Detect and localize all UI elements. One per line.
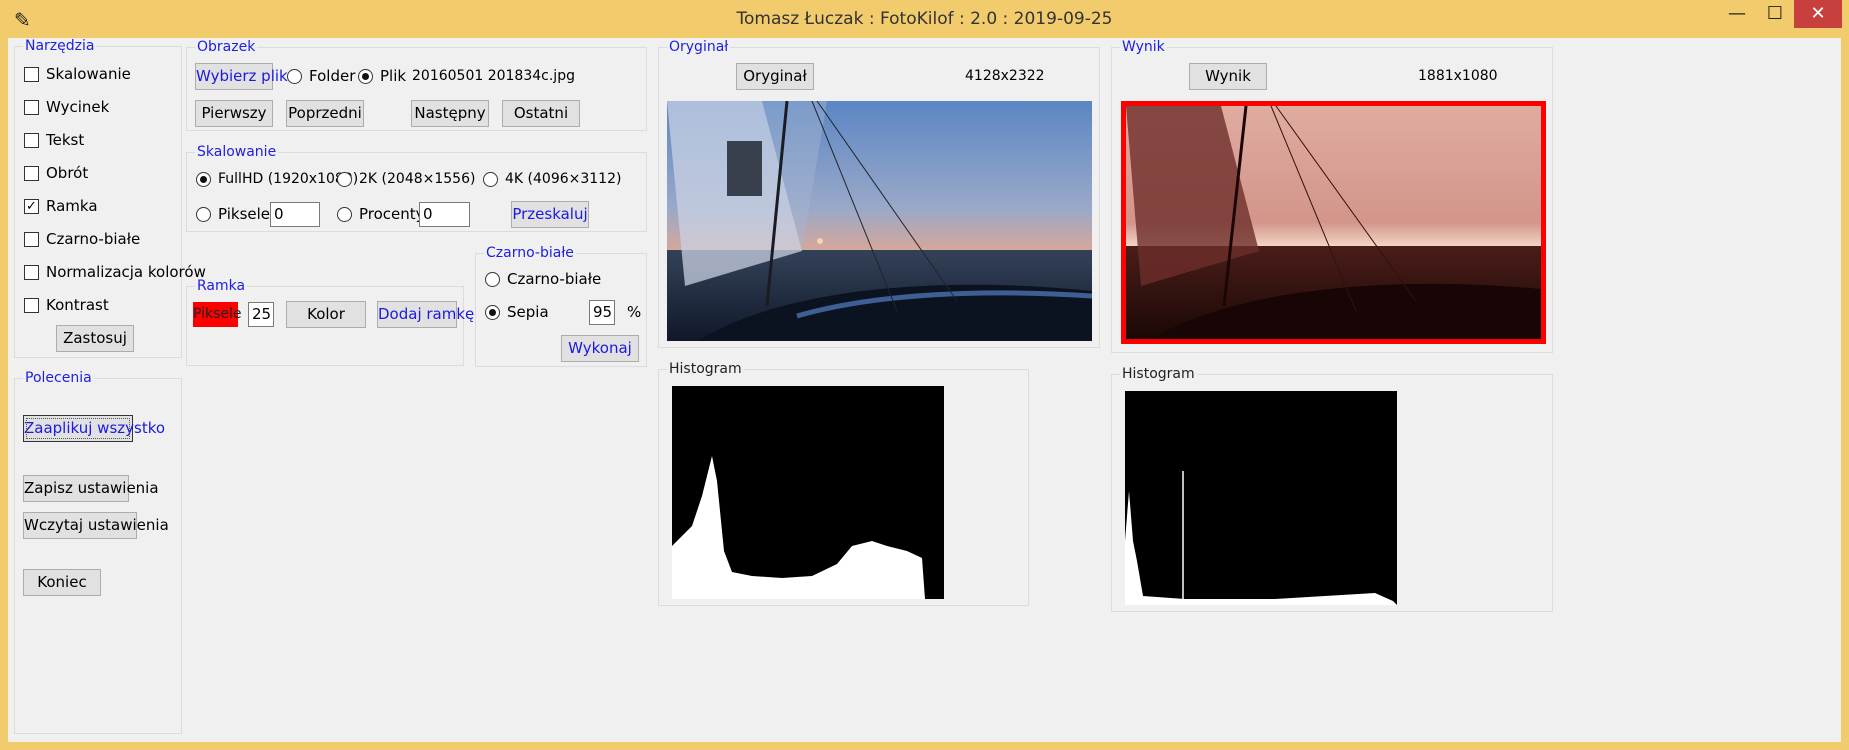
close-button[interactable]: ✕ bbox=[1794, 0, 1842, 28]
checkbox-box bbox=[24, 265, 39, 280]
scaling-panel-title: Skalowanie bbox=[195, 144, 279, 160]
bw-panel: Czarno-białe Czarno-białe Sepia 95 % Wyk… bbox=[475, 245, 647, 367]
frame-color-swatch: Piksele bbox=[193, 302, 242, 327]
pixels-input[interactable]: 0 bbox=[270, 202, 320, 227]
save-settings-button[interactable]: Zapisz ustawienia bbox=[23, 475, 159, 502]
result-panel: Wynik Wynik 1881x1080 bbox=[1111, 39, 1553, 353]
frame-width-input[interactable]: 25 bbox=[248, 302, 274, 327]
commands-panel-title: Polecenia bbox=[23, 370, 94, 386]
quit-button[interactable]: Koniec bbox=[23, 569, 101, 596]
result-histogram-title: Histogram bbox=[1120, 366, 1197, 382]
percent-sign: % bbox=[627, 303, 642, 321]
checkmark-icon: ✓ bbox=[24, 199, 39, 214]
radio-dot bbox=[485, 305, 500, 320]
original-histogram-title: Histogram bbox=[667, 361, 744, 377]
image-panel-title: Obrazek bbox=[195, 39, 258, 55]
radio-dot bbox=[483, 172, 498, 187]
image-panel: Obrazek Wybierz plik Folder Plik 2016050… bbox=[186, 39, 647, 131]
original-panel-title: Oryginał bbox=[667, 39, 731, 55]
title-bar: ✎ Tomasz Łuczak : FotoKilof : 2.0 : 2019… bbox=[0, 0, 1849, 38]
radio-dot bbox=[358, 69, 373, 84]
tools-panel-title: Narzędzia bbox=[23, 38, 97, 54]
run-sepia-button[interactable]: Wykonaj bbox=[561, 335, 639, 362]
previous-button[interactable]: Poprzedni bbox=[286, 100, 364, 127]
original-image bbox=[667, 101, 1092, 341]
result-button[interactable]: Wynik bbox=[1189, 63, 1267, 90]
original-histogram-chart bbox=[672, 386, 944, 599]
radio-dot bbox=[337, 172, 352, 187]
first-button[interactable]: Pierwszy bbox=[195, 100, 273, 127]
minimize-button[interactable]: — bbox=[1718, 0, 1756, 28]
maximize-button[interactable]: ☐ bbox=[1756, 0, 1794, 28]
apply-all-button[interactable]: Zaaplikuj wszystko bbox=[23, 415, 165, 442]
result-histogram-chart bbox=[1125, 391, 1397, 605]
apply-tools-button[interactable]: Zastosuj bbox=[56, 325, 134, 352]
original-panel: Oryginał Oryginał 4128x2322 bbox=[658, 39, 1100, 348]
filename-label: 20160501 201834c.jpg bbox=[412, 68, 575, 84]
app-client-area: Narzędzia Skalowanie Wycinek Tekst Obrót… bbox=[8, 38, 1841, 742]
original-histogram-panel: Histogram bbox=[658, 361, 1029, 606]
choose-file-button[interactable]: Wybierz plik bbox=[195, 63, 288, 90]
checkbox-box bbox=[24, 67, 39, 82]
frame-color-button[interactable]: Kolor bbox=[286, 301, 366, 328]
result-histogram-panel: Histogram bbox=[1111, 366, 1553, 612]
frame-panel: Ramka Piksele 25 Kolor Dodaj ramkę bbox=[186, 278, 474, 366]
original-button[interactable]: Oryginał bbox=[736, 63, 814, 90]
window-title: Tomasz Łuczak : FotoKilof : 2.0 : 2019-0… bbox=[736, 9, 1113, 29]
scaling-panel: Skalowanie FullHD (1920x1080) 2K (2048×1… bbox=[186, 144, 647, 232]
sepia-input[interactable]: 95 bbox=[589, 300, 615, 325]
load-settings-button[interactable]: Wczytaj ustawienia bbox=[23, 512, 169, 539]
add-frame-button[interactable]: Dodaj ramkę bbox=[377, 301, 474, 328]
radio-dot bbox=[196, 172, 211, 187]
radio-dot bbox=[337, 207, 352, 222]
result-panel-title: Wynik bbox=[1120, 39, 1167, 55]
tools-panel: Narzędzia Skalowanie Wycinek Tekst Obrót… bbox=[14, 38, 206, 358]
last-button[interactable]: Ostatni bbox=[502, 100, 580, 127]
radio-dot bbox=[287, 69, 302, 84]
commands-panel: Polecenia Zaaplikuj wszystko Zapisz usta… bbox=[14, 370, 182, 734]
result-size-label: 1881x1080 bbox=[1418, 68, 1498, 84]
frame-panel-title: Ramka bbox=[195, 278, 248, 294]
bw-panel-title: Czarno-białe bbox=[484, 245, 576, 261]
checkbox-box bbox=[24, 232, 39, 247]
checkbox-box bbox=[24, 166, 39, 181]
checkbox-box bbox=[24, 298, 39, 313]
checkbox-box bbox=[24, 133, 39, 148]
rescale-button[interactable]: Przeskaluj bbox=[511, 201, 589, 228]
original-size-label: 4128x2322 bbox=[965, 68, 1045, 84]
radio-dot bbox=[196, 207, 211, 222]
percent-input[interactable]: 0 bbox=[419, 202, 470, 227]
result-image bbox=[1121, 101, 1546, 344]
checkbox-box bbox=[24, 100, 39, 115]
radio-dot bbox=[485, 272, 500, 287]
next-button[interactable]: Następny bbox=[411, 100, 489, 127]
